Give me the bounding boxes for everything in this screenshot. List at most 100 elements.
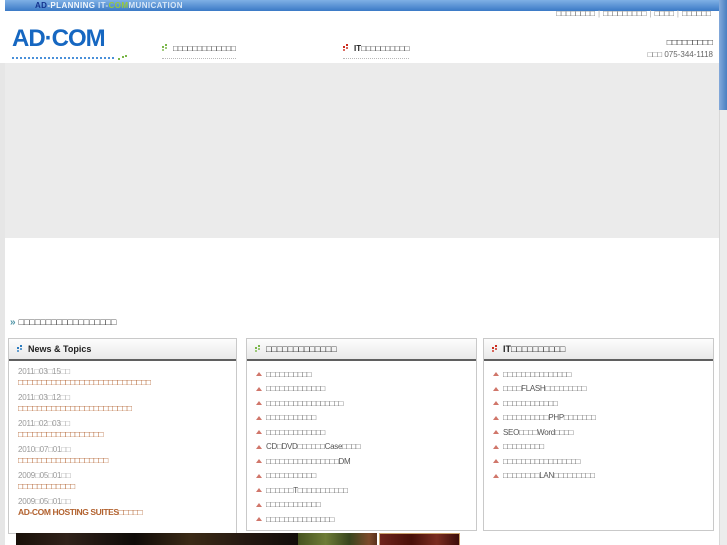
list-item[interactable]: □□□□FLASH□□□□□□□□□ (493, 382, 704, 397)
nav-item-design[interactable]: □□□□□□□□□□□□□ (162, 44, 236, 59)
list-item[interactable]: □□□□□□□□□□□□□□□□DM (256, 454, 467, 469)
list-item-link[interactable]: □□□□□□□□□□□□□□□□DM (266, 457, 351, 466)
list-item-link[interactable]: □□□□□□□□□□□□□ (266, 428, 325, 437)
list-item[interactable]: □□□□□□□□□□□□ (493, 396, 704, 411)
design-services-list: □□□□□□□□□□ □□□□□□□□□□□□□ □□□□□□□□□□□□□□□… (247, 361, 476, 527)
logo-green-dots-icon (118, 55, 128, 60)
it-solutions-box: IT□□□□□□□□□□ □□□□□□□□□□□□□□□ □□□□FLASH□□… (483, 338, 714, 531)
list-item-link[interactable]: □□□□FLASH□□□□□□□□□ (503, 384, 587, 393)
triangle-bullet-icon (256, 444, 262, 449)
list-item-link[interactable]: □□□□□□□□□□PHP□□□□□□□ (503, 413, 596, 422)
utility-link[interactable]: □□□□ (655, 9, 674, 18)
list-item-link[interactable]: □□□□□□□□□□□ (266, 471, 316, 480)
list-item[interactable]: □□□□□□□□□□ (256, 367, 467, 382)
news-item-date: 2011□03□12□□ (18, 393, 70, 402)
it-solutions-title: IT□□□□□□□□□□ (503, 344, 566, 354)
list-item-link[interactable]: □□□□□□□□□□□□□□□□□ (503, 457, 580, 466)
contact-block: □□□□□□□□□ □□□ 075-344-1118 (648, 37, 713, 59)
scrollbar-thumb[interactable] (719, 0, 727, 110)
scrollbar-track[interactable] (719, 0, 727, 545)
list-item[interactable]: □□□□□□□□□□□□□□□ (493, 367, 704, 382)
list-item[interactable]: □□□□□□□□□□□□□□□□□ (493, 454, 704, 469)
list-item-link[interactable]: □□□□□□□□□□□□□□□ (266, 515, 334, 524)
list-item[interactable]: □□□□□□□□□□□ (256, 411, 467, 426)
news-item-date: 2011□03□15□□ (18, 367, 70, 376)
utility-link[interactable]: □□□□□□ (682, 9, 711, 18)
green-dots-icon (255, 345, 262, 353)
page-headline: » □□□□□□□□□□□□□□□□□□ (10, 317, 116, 328)
utility-link[interactable]: □□□□□□□□ (556, 9, 595, 18)
news-item-link[interactable]: □□□□□□□□□□□□□□□□□□ (18, 429, 227, 439)
news-item-date: 2010□07□01□□ (18, 445, 71, 454)
it-solutions-list: □□□□□□□□□□□□□□□ □□□□FLASH□□□□□□□□□ □□□□□… (484, 361, 713, 483)
design-services-box: □□□□□□□□□□□□□ □□□□□□□□□□ □□□□□□□□□□□□□ □… (246, 338, 477, 531)
list-item[interactable]: □□□□□□□□□□□□□ (256, 382, 467, 397)
news-item-link[interactable]: □□□□□□□□□□□□ (18, 481, 227, 491)
list-item[interactable]: □□□□□□□□□□□ (256, 469, 467, 484)
separator: | (676, 9, 679, 18)
list-item[interactable]: □□□□□□□□□□□□□ (256, 425, 467, 440)
nav-item-it[interactable]: IT□□□□□□□□□□ (343, 44, 409, 59)
news-topics-title: News & Topics (28, 344, 92, 354)
list-item[interactable]: SEO□□□□Word□□□□ (493, 425, 704, 440)
list-item[interactable]: □□□□□□□□□ (493, 440, 704, 455)
triangle-bullet-icon (256, 386, 262, 391)
topbar-brand-segment: AD (35, 1, 48, 10)
list-item-link[interactable]: SEO□□□□Word□□□□ (503, 428, 573, 437)
news-item: 2009□05□01□□ □□□□□□□□□□□□ (18, 471, 227, 491)
news-topics-box: News & Topics 2011□03□15□□ □□□□□□□□□□□□□… (8, 338, 237, 534)
list-item[interactable]: □□□□□□□□□□□□□□□ (256, 512, 467, 527)
news-item: 2011□03□12□□ □□□□□□□□□□□□□□□□□□□□□□□□ (18, 393, 227, 413)
list-item-link[interactable]: □□□□□□T□□□□□□□□□□□ (266, 486, 348, 495)
list-item-link[interactable]: □□□□□□□□□□□□ (266, 500, 321, 509)
blue-dots-icon (17, 345, 24, 353)
list-item-link[interactable]: □□□□□□□□□□□□□□□ (503, 370, 571, 379)
left-margin-strip (0, 63, 5, 545)
triangle-bullet-icon (493, 372, 499, 377)
news-item: 2009□05□01□□ AD-COM HOSTING SUITES□□□□□ (18, 497, 227, 517)
utility-link[interactable]: □□□□□□□□□ (603, 9, 647, 18)
triangle-bullet-icon (256, 415, 262, 420)
list-item[interactable]: □□□□□□□□□□PHP□□□□□□□ (493, 411, 704, 426)
red-dots-icon (343, 44, 350, 52)
list-item[interactable]: CD□DVD□□□□□□Case□□□□ (256, 440, 467, 455)
list-item-link[interactable]: □□□□□□□□□□□□□□□□□ (266, 399, 343, 408)
it-solutions-header: IT□□□□□□□□□□ (484, 339, 713, 361)
topbar-brand-segment: COM (108, 1, 129, 10)
news-item-link[interactable]: □□□□□□□□□□□□□□□□□□□□□□□□□□□□ (18, 377, 227, 387)
headline-text: □□□□□□□□□□□□□□□□□□ (18, 317, 117, 327)
list-item[interactable]: □□□□□□T□□□□□□□□□□□ (256, 483, 467, 498)
triangle-bullet-icon (493, 401, 499, 406)
triangle-bullet-icon (493, 430, 499, 435)
list-item-link[interactable]: □□□□□□□□□□ (266, 370, 312, 379)
list-item-link[interactable]: □□□□□□□□□□□□□ (266, 384, 325, 393)
design-services-title: □□□□□□□□□□□□□ (266, 344, 337, 354)
list-item-link[interactable]: □□□□□□□□□ (503, 442, 544, 451)
triangle-bullet-icon (256, 459, 262, 464)
triangle-bullet-icon (256, 372, 262, 377)
footer-photo-dark-collage (16, 533, 298, 545)
news-item-link[interactable]: AD-COM HOSTING SUITES□□□□□ (18, 507, 227, 517)
list-item[interactable]: □□□□□□□□LAN□□□□□□□□□ (493, 469, 704, 484)
page: AD-PLANNING IT-COMMUNICATION □□□□□□□□ | □□… (0, 0, 727, 545)
contact-phone: □□□ 075-344-1118 (647, 50, 713, 59)
list-item-link[interactable]: □□□□□□□□□□□ (266, 413, 316, 422)
triangle-bullet-icon (256, 517, 262, 522)
separator: | (649, 9, 652, 18)
list-item-link[interactable]: CD□DVD□□□□□□Case□□□□ (266, 442, 361, 451)
news-item: 2011□02□03□□ □□□□□□□□□□□□□□□□□□ (18, 419, 227, 439)
news-item: 2011□03□15□□ □□□□□□□□□□□□□□□□□□□□□□□□□□□… (18, 367, 227, 387)
logo[interactable]: AD·COM (12, 27, 106, 51)
main-visual-placeholder (5, 63, 719, 238)
utility-links: □□□□□□□□ | □□□□□□□□□ | □□□□ | □□□□□□ (556, 9, 711, 18)
news-item-link[interactable]: □□□□□□□□□□□□□□□□□□□ (18, 455, 227, 465)
news-item-date: 2011□02□03□□ (18, 419, 70, 428)
list-item[interactable]: □□□□□□□□□□□□ (256, 498, 467, 513)
triangle-bullet-icon (493, 473, 499, 478)
list-item[interactable]: □□□□□□□□□□□□□□□□□ (256, 396, 467, 411)
triangle-bullet-icon (256, 502, 262, 507)
list-item-link[interactable]: □□□□□□□□LAN□□□□□□□□□ (503, 471, 595, 480)
list-item-link[interactable]: □□□□□□□□□□□□ (503, 399, 558, 408)
news-item-link[interactable]: □□□□□□□□□□□□□□□□□□□□□□□□ (18, 403, 227, 413)
triangle-bullet-icon (256, 401, 262, 406)
